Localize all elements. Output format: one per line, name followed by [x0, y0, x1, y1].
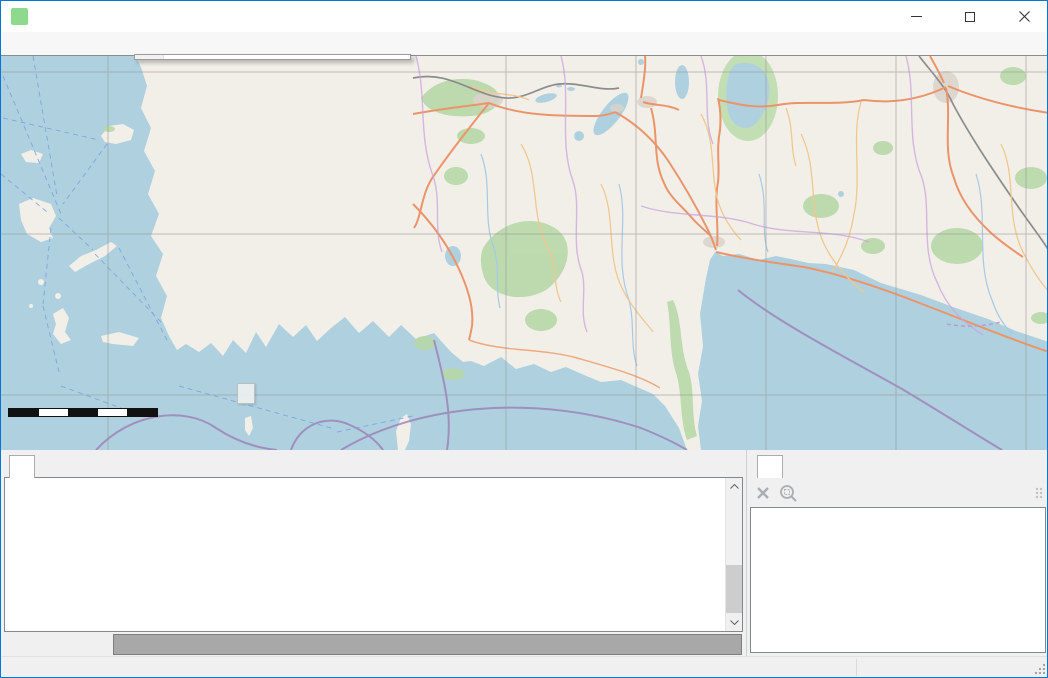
- status-bar: [1, 656, 1048, 678]
- close-icon: [1019, 11, 1030, 22]
- maximize-button[interactable]: [947, 1, 993, 32]
- tools-menu: [134, 54, 411, 60]
- scroll-up-icon[interactable]: [726, 478, 743, 495]
- console-output[interactable]: [4, 477, 743, 632]
- menu-bar: [1, 32, 1047, 55]
- tab-map-sources[interactable]: [757, 455, 783, 478]
- scrollbar-thumb[interactable]: [726, 565, 743, 613]
- map-sources-panel: [746, 449, 1048, 656]
- resize-grip[interactable]: [1033, 662, 1046, 678]
- command-prompt-input[interactable]: [113, 634, 742, 655]
- app-window: [0, 0, 1048, 678]
- scale-bar: [8, 405, 158, 417]
- minimize-icon: [911, 16, 922, 17]
- console-scrollbar[interactable]: [725, 478, 742, 631]
- commander-panel: [1, 449, 746, 656]
- magnifier-icon: [778, 483, 800, 503]
- title-bar[interactable]: [1, 1, 1047, 32]
- scale-bar-graphic: [8, 408, 158, 417]
- tab-commander[interactable]: [9, 455, 35, 478]
- map-view[interactable]: [1, 55, 1048, 449]
- map-canvas: [1, 56, 1048, 450]
- scroll-down-icon[interactable]: [726, 614, 743, 631]
- map-sources-list: [750, 507, 1046, 653]
- remove-icon: [754, 484, 772, 502]
- close-button[interactable]: [1001, 1, 1047, 32]
- status-separator: [856, 659, 857, 676]
- tooltip: [237, 383, 255, 404]
- map-sources-toolbar: [747, 478, 1048, 506]
- zoom-to-source-button[interactable]: [777, 481, 801, 505]
- maximize-icon: [965, 12, 975, 22]
- remove-source-button[interactable]: [751, 481, 775, 505]
- app-logo-icon: [11, 8, 28, 25]
- toolbar-grip-icon[interactable]: [1035, 486, 1043, 504]
- minimize-button[interactable]: [893, 1, 939, 32]
